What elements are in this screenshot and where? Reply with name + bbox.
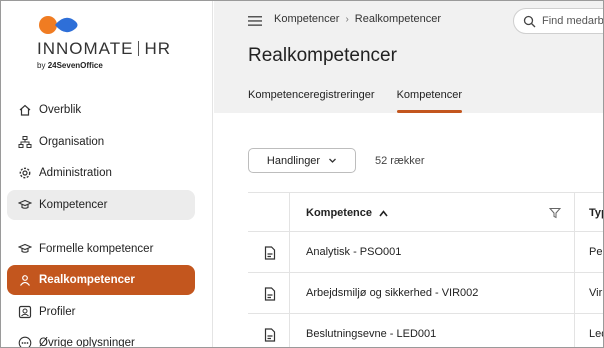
column-divider — [289, 232, 290, 272]
sidebar-item-organisation[interactable]: Organisation — [7, 127, 195, 157]
column-divider — [574, 314, 575, 347]
table-row[interactable]: Beslutningsevne - LED001 Led — [248, 314, 603, 347]
sidebar-item-label: Øvrige oplysninger — [39, 337, 135, 348]
chevron-down-icon — [329, 158, 337, 163]
sidebar-nav: Overblik Organisation Administration Kom… — [7, 95, 195, 348]
competence-table: Kompetence Typ Analytisk - PSO001 — [248, 192, 603, 347]
sidebar-item-label: Formelle kompetencer — [39, 242, 154, 255]
sidebar-item-label: Organisation — [39, 135, 105, 148]
row-count: 52 rækker — [375, 154, 425, 167]
breadcrumb: Kompetencer › Realkompetencer — [274, 13, 441, 25]
table-row[interactable]: Analytisk - PSO001 Per — [248, 232, 603, 273]
cell-competence-type: Led — [589, 328, 603, 340]
tab-bar: Kompetenceregistreringer Kompetencer — [248, 89, 484, 113]
cell-competence-type: Per — [589, 246, 603, 258]
column-divider — [289, 273, 290, 313]
sidebar-item-label: Profiler — [39, 305, 76, 318]
column-divider — [574, 232, 575, 272]
page-header: Kompetencer › Realkompetencer Find medar… — [214, 1, 603, 113]
logo-mark-icon — [39, 16, 78, 34]
more-dots-icon — [17, 335, 33, 347]
column-divider — [289, 314, 290, 347]
column-divider — [289, 193, 290, 231]
sidebar-item-label: Overblik — [39, 104, 82, 116]
tab-kompetencer[interactable]: Kompetencer — [396, 89, 463, 113]
breadcrumb-item-kompetencer[interactable]: Kompetencer — [274, 13, 339, 25]
actions-dropdown-button[interactable]: Handlinger — [248, 148, 356, 173]
sidebar-item-administration[interactable]: Administration — [7, 158, 195, 188]
search-placeholder: Find medarbejder — [542, 15, 604, 27]
cell-competence-name: Analytisk - PSO001 — [306, 246, 402, 258]
sidebar-item-label: Administration — [39, 167, 112, 179]
home-icon — [17, 102, 33, 118]
sidebar-item-ovrige-oplysninger[interactable]: Øvrige oplysninger — [7, 328, 195, 348]
gear-icon — [17, 165, 33, 181]
cell-competence-name: Beslutningsevne - LED001 — [306, 328, 437, 340]
tab-kompetenceregistreringer[interactable]: Kompetenceregistreringer — [248, 89, 375, 113]
actions-label: Handlinger — [266, 154, 321, 167]
breadcrumb-item-realkompetencer: Realkompetencer — [354, 13, 441, 25]
column-header-type[interactable]: Typ — [589, 207, 603, 219]
brand-logo[interactable]: INNOMATE HR by 24SevenOffice — [37, 15, 177, 75]
column-header-kompetence[interactable]: Kompetence — [306, 207, 388, 219]
sidebar-item-realkompetencer[interactable]: Realkompetencer — [7, 265, 195, 295]
cell-competence-type: Virk — [589, 287, 603, 299]
table-header-row: Kompetence Typ — [248, 192, 603, 232]
cell-competence-name: Arbejdsmiljø og sikkerhed - VIR002 — [306, 287, 479, 299]
search-input[interactable]: Find medarbejder — [513, 8, 604, 34]
hamburger-menu-icon[interactable] — [248, 15, 262, 27]
profile-card-icon — [17, 304, 33, 320]
logo-wordmark: INNOMATE HR — [37, 39, 172, 58]
filter-icon[interactable] — [549, 207, 561, 219]
search-icon — [523, 15, 536, 27]
sidebar-item-kompetencer[interactable]: Kompetencer — [7, 190, 195, 220]
graduation-cap-icon — [17, 197, 33, 213]
column-divider — [574, 193, 575, 231]
logo-byline: by 24SevenOffice — [37, 61, 103, 70]
column-divider — [574, 273, 575, 313]
person-badge-icon — [17, 272, 33, 288]
sidebar-item-overblik[interactable]: Overblik — [7, 95, 195, 125]
sidebar-item-formelle-kompetencer[interactable]: Formelle kompetencer — [7, 234, 195, 264]
document-icon[interactable] — [264, 287, 276, 301]
document-icon[interactable] — [264, 246, 276, 260]
table-row[interactable]: Arbejdsmiljø og sikkerhed - VIR002 Virk — [248, 273, 603, 314]
page-title: Realkompetencer — [248, 45, 397, 66]
sidebar: INNOMATE HR by 24SevenOffice Overblik Org… — [1, 1, 213, 348]
main-content: Kompetencer › Realkompetencer Find medar… — [214, 1, 603, 347]
chevron-right-icon: › — [345, 13, 349, 25]
sidebar-item-label: Kompetencer — [39, 199, 108, 211]
sidebar-item-profiler[interactable]: Profiler — [7, 297, 195, 327]
table-toolbar: Handlinger 52 rækker — [248, 148, 425, 173]
document-icon[interactable] — [264, 328, 276, 342]
graduation-cap-icon — [17, 241, 33, 257]
app-window: INNOMATE HR by 24SevenOffice Overblik Org… — [0, 0, 604, 348]
sidebar-item-label: Realkompetencer — [39, 274, 135, 286]
org-chart-icon — [17, 134, 33, 150]
sort-ascending-icon — [379, 209, 388, 216]
